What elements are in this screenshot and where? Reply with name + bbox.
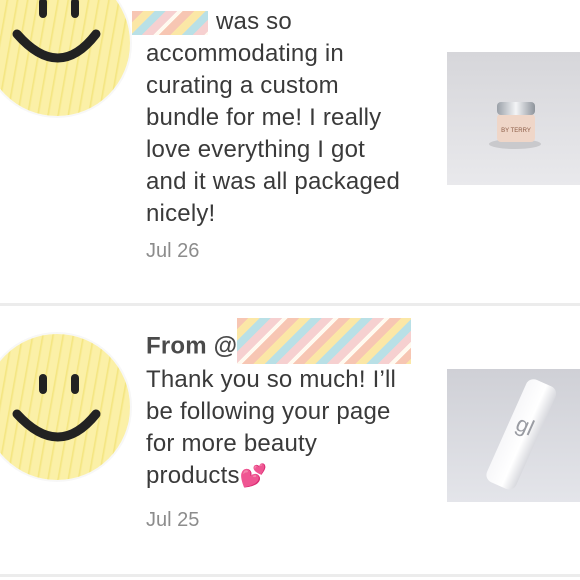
cream-jar-icon: BY TERRY	[447, 52, 580, 185]
review-line: nicely!	[146, 200, 216, 227]
review-line: curating a custom	[146, 72, 339, 99]
review-date: Jul 26	[146, 240, 200, 262]
review-item: was so accommodating in curating a custo…	[0, 0, 580, 303]
product-label: BY TERRY	[501, 128, 531, 134]
redacted-username	[132, 10, 208, 35]
smiley-face-icon	[12, 0, 101, 63]
review-line-text: products	[146, 462, 240, 489]
redacted-username	[237, 318, 412, 364]
review-line-text: was so	[216, 8, 292, 35]
review-from: From @	[146, 318, 436, 364]
review-line: and it was all packaged	[146, 168, 401, 195]
review-item: From @ Thank you so much! I’ll be follow…	[0, 306, 580, 574]
avatar[interactable]	[0, 334, 130, 480]
review-line: for more beauty	[146, 430, 318, 457]
review-text: was so accommodating in curating a custo…	[132, 6, 426, 230]
review-line: accommodating in	[146, 40, 344, 67]
review-line: love everything I got	[146, 136, 365, 163]
review-text: From @ Thank you so much! I’ll be follow…	[146, 318, 436, 492]
divider	[0, 574, 580, 577]
review-date: Jul 25	[146, 509, 200, 531]
smiley-face-icon	[12, 374, 101, 442]
avatar[interactable]	[0, 0, 130, 116]
review-line: be following your page	[146, 398, 391, 425]
review-line: was so	[132, 6, 426, 38]
two-hearts-icon: 💕	[239, 463, 268, 488]
review-line: bundle for me! I really	[146, 104, 382, 131]
listing-thumbnail[interactable]: gl	[447, 369, 580, 502]
listing-thumbnail[interactable]: BY TERRY	[447, 52, 580, 185]
from-label: From @	[146, 332, 238, 360]
review-line: products💕	[146, 460, 436, 492]
white-bottle-icon: gl	[447, 369, 580, 502]
review-line: Thank you so much! I’ll	[146, 366, 397, 393]
